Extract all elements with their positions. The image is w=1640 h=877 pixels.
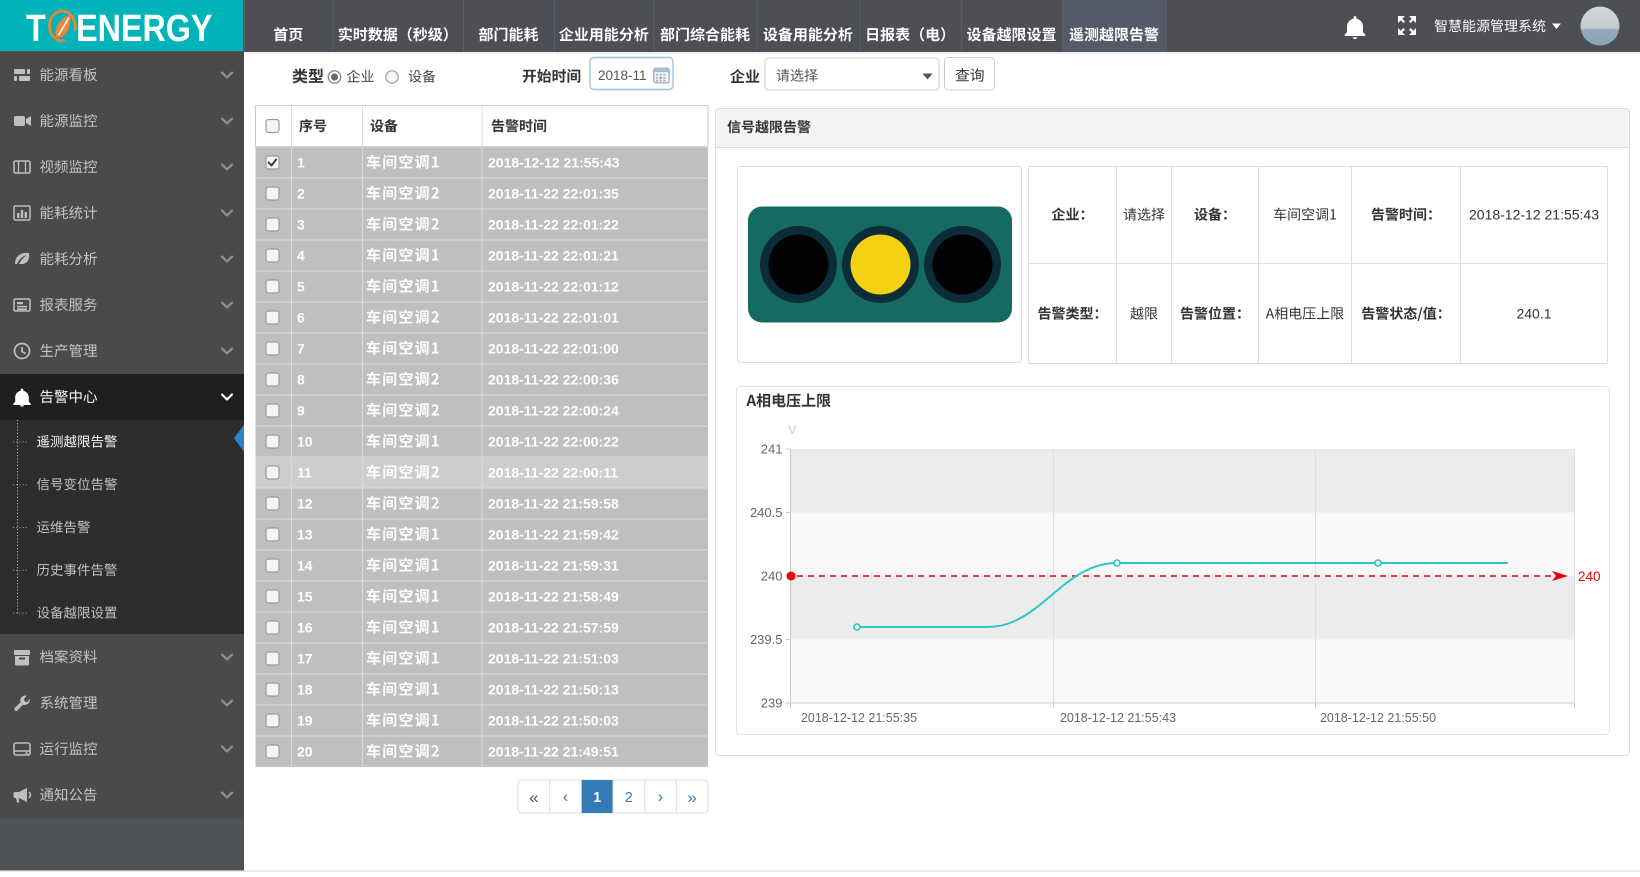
svg-text:240.1: 240.1	[1516, 306, 1551, 322]
svg-text:V: V	[788, 422, 797, 437]
svg-text:240: 240	[1578, 569, 1601, 584]
svg-text:2018-11-22 22:01:12: 2018-11-22 22:01:12	[488, 279, 619, 295]
svg-text:2018-11: 2018-11	[598, 68, 647, 83]
svg-text:2: 2	[625, 790, 633, 806]
svg-text:2018-11-22 21:59:58: 2018-11-22 21:59:58	[488, 496, 619, 512]
svg-text:2018-12-12 21:55:43: 2018-12-12 21:55:43	[1060, 711, 1176, 725]
svg-text:2: 2	[297, 186, 305, 202]
svg-text:9: 9	[297, 403, 305, 419]
svg-text:240.5: 240.5	[750, 505, 783, 520]
svg-text:12: 12	[297, 496, 313, 512]
svg-text:2018-11-22 21:50:03: 2018-11-22 21:50:03	[488, 713, 619, 729]
svg-text:19: 19	[297, 713, 313, 729]
svg-text:11: 11	[297, 465, 312, 481]
svg-text:2018-11-22 22:00:22: 2018-11-22 22:00:22	[488, 434, 619, 450]
svg-text:1: 1	[593, 790, 601, 806]
svg-text:2018-11-22 22:01:00: 2018-11-22 22:01:00	[488, 341, 619, 357]
svg-text:5: 5	[297, 279, 305, 295]
svg-text:20: 20	[297, 744, 313, 760]
svg-text:2018-12-12 21:55:43: 2018-12-12 21:55:43	[1469, 207, 1599, 223]
svg-text:2018-11-22 22:00:36: 2018-11-22 22:00:36	[488, 372, 619, 388]
svg-text:2018-11-22 22:01:21: 2018-11-22 22:01:21	[488, 248, 619, 264]
svg-text:4: 4	[297, 248, 305, 264]
svg-text:«: «	[529, 788, 538, 807]
svg-text:T: T	[26, 8, 46, 50]
svg-text:2018-11-22 21:58:49: 2018-11-22 21:58:49	[488, 589, 619, 605]
svg-text:7: 7	[297, 341, 305, 357]
svg-text:›: ›	[658, 787, 664, 806]
svg-text:241: 241	[761, 442, 783, 457]
svg-text:3: 3	[297, 217, 305, 233]
svg-text:239.5: 239.5	[750, 632, 783, 647]
svg-text:»: »	[687, 788, 696, 807]
svg-text:2018-11-22 21:59:42: 2018-11-22 21:59:42	[488, 527, 619, 543]
svg-text:2018-11-22 22:01:35: 2018-11-22 22:01:35	[488, 186, 619, 202]
svg-text:2018-11-22 22:01:01: 2018-11-22 22:01:01	[488, 310, 619, 326]
svg-text:240: 240	[761, 569, 783, 584]
svg-text:2018-12-12 21:55:50: 2018-12-12 21:55:50	[1320, 711, 1436, 725]
svg-text:17: 17	[297, 651, 313, 667]
svg-text:239: 239	[761, 696, 783, 711]
svg-text:16: 16	[297, 620, 313, 636]
svg-text:2018-11-22 21:59:31: 2018-11-22 21:59:31	[488, 558, 619, 574]
svg-text:8: 8	[297, 372, 305, 388]
svg-text:14: 14	[297, 558, 313, 574]
svg-text:1: 1	[297, 155, 305, 171]
svg-text:2018-11-22 22:01:22: 2018-11-22 22:01:22	[488, 217, 619, 233]
svg-text:‹: ‹	[563, 787, 569, 806]
svg-text:2018-11-22 21:57:59: 2018-11-22 21:57:59	[488, 620, 619, 636]
svg-text:6: 6	[297, 310, 305, 326]
svg-text:13: 13	[297, 527, 313, 543]
svg-text:2018-12-12 21:55:43: 2018-12-12 21:55:43	[488, 155, 620, 171]
svg-text:2018-12-12 21:55:35: 2018-12-12 21:55:35	[801, 711, 917, 725]
svg-text:10: 10	[297, 434, 313, 450]
svg-text:ENERGY: ENERGY	[76, 8, 212, 50]
svg-text:2018-11-22 22:00:11: 2018-11-22 22:00:11	[488, 465, 618, 481]
svg-text:2018-11-22 21:49:51: 2018-11-22 21:49:51	[488, 744, 619, 760]
svg-text:2018-11-22 21:50:13: 2018-11-22 21:50:13	[488, 682, 619, 698]
svg-text:18: 18	[297, 682, 313, 698]
svg-text:15: 15	[297, 589, 313, 605]
svg-text:2018-11-22 21:51:03: 2018-11-22 21:51:03	[488, 651, 619, 667]
svg-text:2018-11-22 22:00:24: 2018-11-22 22:00:24	[488, 403, 619, 419]
